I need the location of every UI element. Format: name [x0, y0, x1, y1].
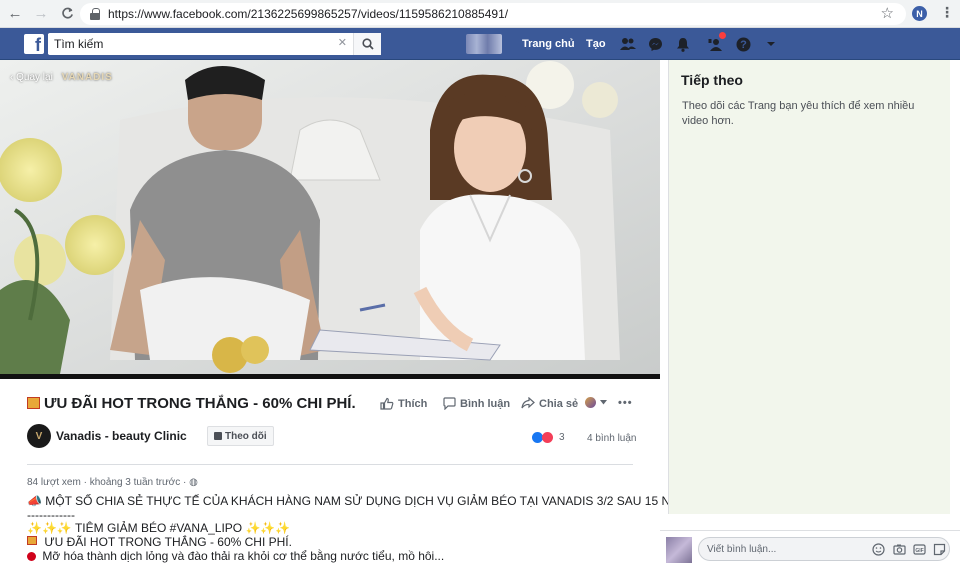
hashtag-link[interactable]: #VANA_LIPO	[170, 521, 242, 535]
facebook-header: f ✕ Trang chủ Tạo ?	[0, 28, 960, 60]
comment-count-link[interactable]: 4 bình luận	[587, 433, 637, 444]
sticker-icon[interactable]	[933, 543, 946, 556]
like-label: Thích	[398, 397, 428, 410]
commenter-avatar	[666, 537, 692, 563]
post-body-separator: ------------	[27, 508, 75, 522]
sparkles-icon: ✨✨✨	[27, 521, 72, 535]
back-link[interactable]: ‹ Quay lại VANADIS	[10, 72, 113, 83]
back-label: Quay lại	[16, 72, 53, 83]
video-progress-bar[interactable]	[0, 374, 660, 379]
post-as-selector[interactable]	[585, 397, 607, 408]
page-name-link[interactable]: Vanadis - beauty Clinic	[56, 429, 187, 443]
help-icon[interactable]: ?	[735, 36, 751, 52]
friends-icon[interactable]	[620, 36, 636, 52]
search-input[interactable]	[48, 34, 353, 54]
address-bar[interactable]: https://www.facebook.com/213622569986525…	[80, 3, 906, 25]
page-avatar[interactable]: V	[27, 424, 51, 448]
bookmark-star-icon[interactable]: ☆	[881, 4, 894, 22]
thumbs-up-icon	[380, 397, 394, 410]
browser-profile-avatar[interactable]: N	[912, 6, 927, 21]
svg-text:?: ?	[740, 39, 747, 51]
comment-button[interactable]: Bình luận	[443, 397, 510, 410]
follow-label: Theo dõi	[225, 430, 267, 442]
post-body-line-text: TIÊM GIẢM BÉO	[74, 521, 170, 535]
post-body-line-text: ƯU ĐÃI HOT TRONG THẮNG - 60% CHI PHÍ.	[44, 535, 292, 549]
account-menu-chevron-icon[interactable]	[763, 36, 779, 52]
post-body-line: ƯU ĐÃI HOT TRONG THẮNG - 60% CHI PHÍ.	[27, 535, 292, 549]
post-meta-text: 84 lượt xem · khoảng 3 tuần trước ·	[27, 477, 190, 488]
emoji-icon[interactable]	[872, 543, 885, 556]
post-body-line: ✨✨✨ TIÊM GIẢM BÉO #VANA_LIPO ✨✨✨	[27, 521, 290, 535]
browser-menu-icon[interactable]: ⋮	[940, 4, 954, 21]
search-icon	[361, 38, 374, 50]
love-reaction-icon	[542, 432, 553, 443]
post-body-line: 📣 MỘT SỐ CHIA SẺ THỰC TẾ CỦA KHÁCH HÀNG …	[27, 494, 697, 508]
divider	[27, 464, 633, 465]
megaphone-icon: 📣	[27, 494, 42, 508]
forward-arrow-icon[interactable]: →	[30, 3, 52, 25]
post-title: ƯU ĐÃI HOT TRONG THẮNG - 60% CHI PHÍ.	[27, 395, 356, 412]
notification-badge	[719, 32, 726, 39]
follow-icon	[214, 432, 222, 440]
gift-icon	[27, 536, 37, 545]
red-circle-icon	[27, 552, 36, 562]
notifications-bell-icon[interactable]	[675, 36, 691, 52]
share-label: Chia sẻ	[539, 397, 579, 410]
globe-icon: ◍	[189, 477, 198, 488]
share-icon	[521, 397, 535, 409]
back-arrow-icon[interactable]: ←	[4, 3, 26, 25]
post-meta: 84 lượt xem · khoảng 3 tuần trước · ◍	[27, 477, 198, 488]
facebook-logo-icon[interactable]: f	[24, 34, 44, 54]
post-body-line-text: MỘT SỐ CHIA SẺ THỰC TẾ CỦA KHÁCH HÀNG NA…	[45, 494, 698, 508]
reactions-summary[interactable]: 3	[532, 432, 565, 443]
follow-button[interactable]: Theo dõi	[207, 426, 274, 446]
url-text: https://www.facebook.com/213622569986525…	[108, 7, 509, 21]
camera-icon[interactable]	[893, 543, 906, 556]
share-button[interactable]: Chia sẻ	[521, 397, 578, 410]
post-body-line: Mỡ hóa thành dịch lỏng và đào thải ra kh…	[27, 549, 444, 563]
sparkles-icon: ✨✨✨	[245, 521, 291, 535]
up-next-title: Tiếp theo	[681, 72, 743, 88]
post-body-line-text: Mỡ hóa thành dịch lỏng và đào thải ra kh…	[42, 549, 445, 563]
lock-icon	[90, 8, 100, 20]
more-options-button[interactable]: •••	[618, 397, 633, 409]
like-button[interactable]: Thích	[380, 397, 427, 410]
messenger-icon[interactable]	[647, 36, 663, 52]
user-avatar[interactable]	[466, 34, 502, 54]
post-title-text: ƯU ĐÃI HOT TRONG THẮNG - 60% CHI PHÍ.	[44, 395, 356, 412]
video-player[interactable]	[0, 60, 660, 374]
nav-create[interactable]: Tạo	[586, 38, 606, 50]
comment-label: Bình luận	[460, 397, 511, 410]
chevron-down-icon	[600, 400, 607, 405]
reaction-count: 3	[559, 432, 565, 443]
gif-icon[interactable]: GIF	[913, 543, 926, 556]
nav-home[interactable]: Trang chủ	[522, 38, 575, 50]
clear-search-icon[interactable]: ✕	[338, 36, 347, 49]
svg-text:GIF: GIF	[915, 548, 923, 554]
search-button[interactable]	[353, 33, 381, 55]
reload-icon[interactable]	[56, 3, 78, 25]
gift-icon	[27, 396, 40, 409]
video-watermark: VANADIS	[61, 72, 113, 83]
page-switcher-avatar-icon	[585, 397, 596, 408]
search-box: ✕	[48, 33, 381, 55]
video-frame	[0, 60, 660, 374]
comment-icon	[443, 397, 456, 410]
up-next-description: Theo dõi các Trang bạn yêu thích để xem …	[682, 100, 915, 127]
